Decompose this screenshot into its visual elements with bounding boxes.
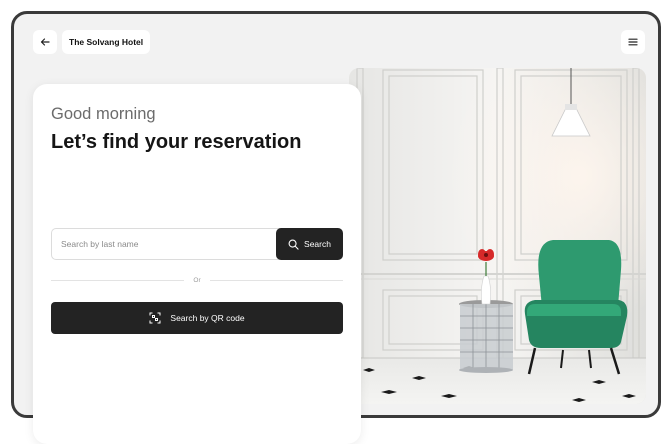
divider-line [209,279,344,281]
back-button[interactable] [33,30,57,54]
divider-line [51,279,185,281]
search-button[interactable]: Search [276,228,343,260]
qr-button-label: Search by QR code [170,313,245,323]
search-button-label: Search [304,239,331,249]
qr-scan-icon [149,312,161,324]
last-name-search-input[interactable] [51,228,283,260]
top-bar: The Solvang Hotel [14,14,658,74]
page-title: Let’s find your reservation [51,131,302,153]
search-bar: Search [51,228,343,260]
hotel-name: The Solvang Hotel [62,30,151,54]
qr-search-button[interactable]: Search by QR code [51,302,343,334]
search-icon [288,239,299,250]
or-divider: Or [51,274,344,286]
hamburger-menu-icon [628,38,638,46]
reservation-card: Good morning Let’s find your reservation… [33,84,361,444]
menu-button[interactable] [621,30,645,54]
divider-label: Or [193,276,201,284]
arrow-left-icon [40,38,50,46]
greeting-text: Good morning [51,105,156,123]
lobby-photo [349,68,646,404]
